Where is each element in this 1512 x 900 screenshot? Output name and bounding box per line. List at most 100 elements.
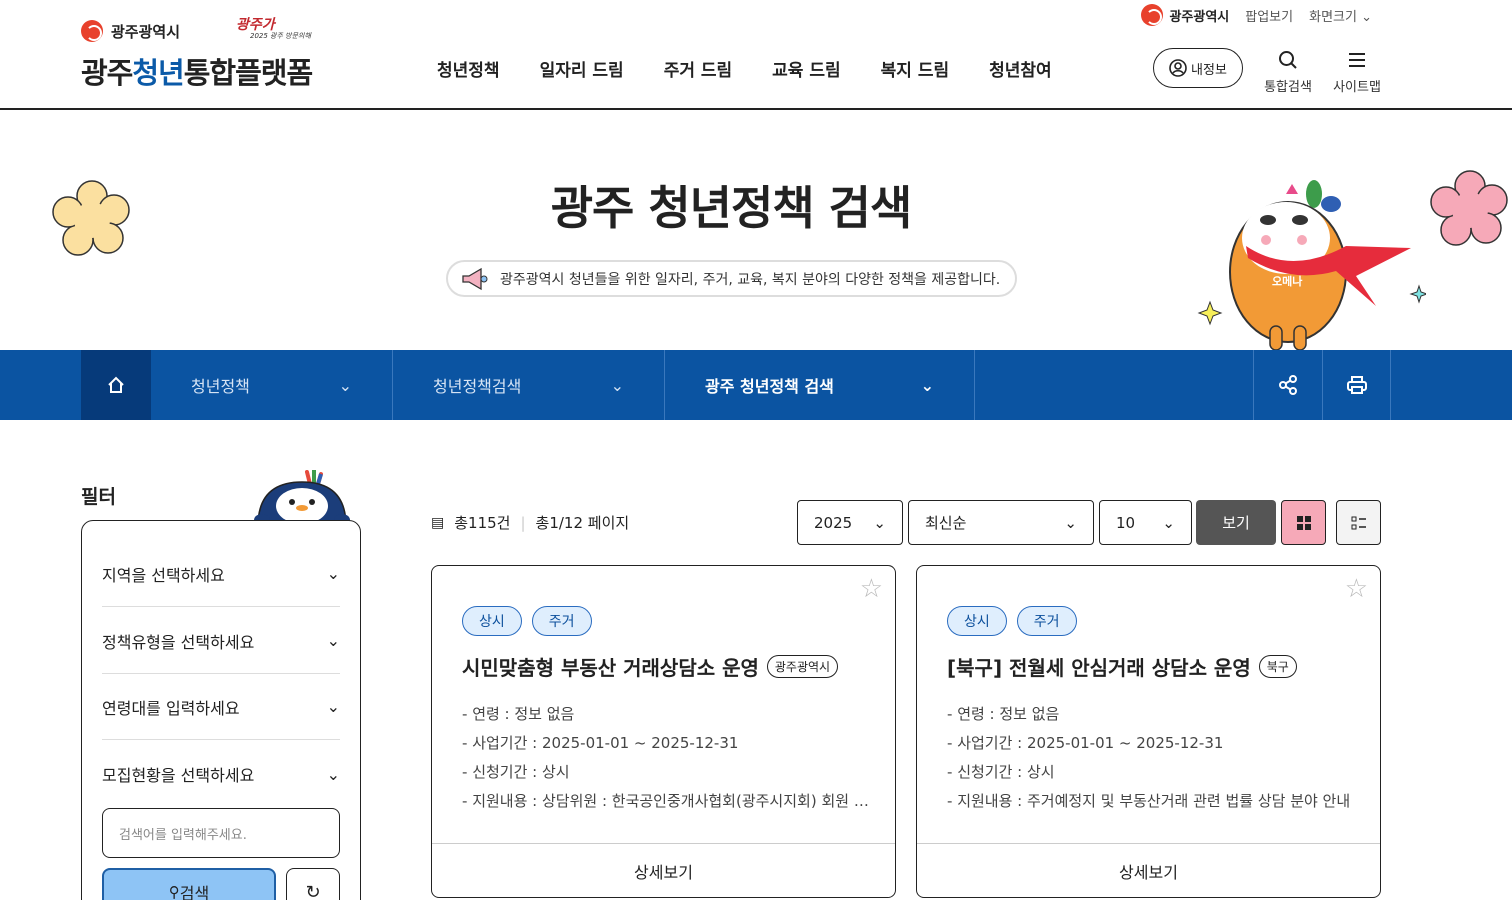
sitemap-button[interactable]: 사이트맵 <box>1327 50 1387 95</box>
region-badge: 광주광역시 <box>766 655 839 678</box>
age-select[interactable]: 연령대를 입력하세요 ⌄ <box>102 674 340 740</box>
home-button[interactable] <box>81 350 151 420</box>
card-info: - 연령 : 정보 없음 - 사업기간 : 2025-01-01 ~ 2025-… <box>947 700 1357 816</box>
sort-select[interactable]: 최신순 ⌄ <box>908 500 1094 545</box>
chevron-down-icon: ⌄ <box>326 564 340 583</box>
star-icon[interactable]: ☆ <box>1345 574 1368 604</box>
my-info-button[interactable]: 내정보 <box>1153 48 1243 88</box>
divider: | <box>520 513 526 532</box>
policy-type-label: 정책유형을 선택하세요 <box>102 632 255 652</box>
nav-welfare[interactable]: 복지 드림 <box>881 56 949 81</box>
menu-icon <box>1327 50 1387 74</box>
policy-card[interactable]: ☆ 상시 주거 [북구] 전월세 안심거래 상담소 운영 북구 - 연령 : 정보… <box>916 565 1381 898</box>
breadcrumb: 청년정책 ⌄ 청년정책검색 ⌄ 광주 청년정책 검색 ⌄ <box>0 350 1512 420</box>
info-support: - 지원내용 : 주거예정지 및 부동산거래 관련 법률 상담 분야 안내 <box>947 792 1351 810</box>
search-input[interactable]: 검색어를 입력해주세요. <box>102 808 340 858</box>
gwangju-logo-icon <box>1141 4 1164 26</box>
star-icon[interactable]: ☆ <box>860 574 883 604</box>
page-description: 광주광역시 청년들을 위한 일자리, 주거, 교육, 복지 분야의 다양한 정책… <box>446 260 1017 297</box>
total-count: 총115건 <box>454 514 511 532</box>
description-text: 광주광역시 청년들을 위한 일자리, 주거, 교육, 복지 분야의 다양한 정책… <box>500 271 1001 288</box>
info-period-text: 사업기간 : 2025-01-01 ~ 2025-12-31 <box>957 734 1224 752</box>
page-count: 총1/12 페이지 <box>535 514 630 532</box>
nav-youth-policy[interactable]: 청년정책 <box>437 56 500 81</box>
info-apply: - 신청기간 : 상시 <box>947 763 1055 781</box>
policy-type-select[interactable]: 정책유형을 선택하세요 ⌄ <box>102 608 340 674</box>
year-value: 2025 <box>814 513 853 532</box>
gwangju-city-link[interactable]: 광주광역시 <box>1141 4 1229 26</box>
tag-badge: 상시 <box>947 606 1007 636</box>
grid-view-toggle[interactable] <box>1281 500 1326 545</box>
breadcrumb-level-3[interactable]: 광주 청년정책 검색 ⌄ <box>665 350 975 420</box>
detail-button[interactable]: 상세보기 <box>432 843 895 897</box>
mascot-illustration: 오메나 <box>1196 176 1429 352</box>
result-count: ▤ 총115건 | 총1/12 페이지 <box>431 512 629 533</box>
detail-button[interactable]: 상세보기 <box>917 843 1380 897</box>
list-view-toggle[interactable] <box>1336 500 1381 545</box>
font-size-label: 화면크기 <box>1309 9 1357 25</box>
tag-badge: 주거 <box>1016 606 1077 636</box>
nav-housing[interactable]: 주거 드림 <box>664 56 732 81</box>
logo-part-1: 광주 <box>81 56 133 90</box>
chevron-down-icon: ⌄ <box>326 697 340 716</box>
chevron-down-icon: ⌄ <box>873 513 886 532</box>
recruit-status-select[interactable]: 모집현황을 선택하세요 ⌄ <box>102 741 340 807</box>
sort-value: 최신순 <box>925 514 967 532</box>
tag-badge: 상시 <box>462 606 522 636</box>
card-title: [북구] 전월세 안심거래 상담소 운영 북구 <box>947 652 1297 681</box>
tag-badge: 주거 <box>531 606 592 636</box>
card-info: - 연령 : 정보 없음 - 사업기간 : 2025-01-01 ~ 2025-… <box>462 700 872 816</box>
chevron-down-icon: ⌄ <box>1361 9 1372 25</box>
year-select[interactable]: 2025 ⌄ <box>797 500 903 545</box>
brand-city-logo[interactable]: 광주광역시 <box>81 20 180 42</box>
print-icon <box>1346 376 1367 394</box>
card-title-text: [북구] 전월세 안심거래 상담소 운영 <box>947 656 1251 680</box>
nav-education[interactable]: 교육 드림 <box>772 56 840 81</box>
breadcrumb-level-1[interactable]: 청년정책 ⌄ <box>151 350 393 420</box>
search-label: 통합검색 <box>1264 80 1312 95</box>
megaphone-icon <box>462 267 488 290</box>
info-apply: - 신청기간 : 상시 <box>462 763 570 781</box>
reset-button[interactable]: ↻ <box>286 868 340 900</box>
chevron-down-icon: ⌄ <box>326 631 340 650</box>
age-select-label: 연령대를 입력하세요 <box>102 698 240 718</box>
slogan-line-1: 광주가 <box>236 17 275 33</box>
region-select[interactable]: 지역을 선택하세요 ⌄ <box>102 541 340 607</box>
logo-part-2: 청년 <box>132 56 184 90</box>
filter-search-button[interactable]: ⚲ 검색 <box>102 868 276 900</box>
info-age: - 연령 : 정보 없음 <box>947 705 1060 723</box>
info-period-text: 사업기간 : 2025-01-01 ~ 2025-12-31 <box>472 734 739 752</box>
utility-bar: 광주광역시 팝업보기 화면크기 ⌄ <box>1141 2 1372 28</box>
search-icon <box>1258 50 1318 74</box>
home-icon <box>108 376 124 393</box>
breadcrumb-level-2[interactable]: 청년정책검색 ⌄ <box>393 350 665 420</box>
print-button[interactable] <box>1322 350 1391 420</box>
share-icon <box>1279 375 1297 395</box>
nav-participation[interactable]: 청년참여 <box>989 56 1052 81</box>
list-icon <box>1351 516 1366 529</box>
info-apply-text: 신청기간 : 상시 <box>957 763 1055 781</box>
recruit-status-label: 모집현황을 선택하세요 <box>102 766 255 785</box>
info-support-text: 지원내용 : 상담위원 : 한국공인중개사협회(광주시지회) 회원 및 변호사 <box>472 792 872 810</box>
info-support: - 지원내용 : 상담위원 : 한국공인중개사협회(광주시지회) 회원 및 변호… <box>462 787 872 816</box>
refresh-icon: ↻ <box>305 881 321 900</box>
gwangju-logo-icon <box>81 20 103 42</box>
nav-jobs[interactable]: 일자리 드림 <box>540 56 624 81</box>
sitemap-label: 사이트맵 <box>1333 80 1381 95</box>
info-age-text: 연령 : 정보 없음 <box>957 705 1060 723</box>
filter-search-label: 검색 <box>179 884 210 900</box>
chevron-down-icon: ⌄ <box>338 375 352 395</box>
integrated-search-button[interactable]: 통합검색 <box>1258 50 1318 95</box>
filter-title: 필터 <box>81 486 116 508</box>
site-logo[interactable]: 광주청년통합플랫폼 <box>81 50 313 92</box>
card-tags: 상시 주거 <box>947 606 1077 636</box>
share-button[interactable] <box>1253 350 1322 420</box>
breadcrumb-label-2: 청년정책검색 <box>433 377 522 396</box>
view-button[interactable]: 보기 <box>1196 500 1276 545</box>
popup-link[interactable]: 팝업보기 <box>1245 6 1293 25</box>
search-icon: ⚲ <box>168 883 180 900</box>
policy-card[interactable]: ☆ 상시 주거 시민맞춤형 부동산 거래상담소 운영 광주광역시 - 연령 : 정… <box>431 565 896 898</box>
per-page-select[interactable]: 10 ⌄ <box>1099 500 1192 545</box>
font-size-toggle[interactable]: 화면크기 ⌄ <box>1309 6 1372 25</box>
brand-city-label: 광주광역시 <box>111 22 181 41</box>
